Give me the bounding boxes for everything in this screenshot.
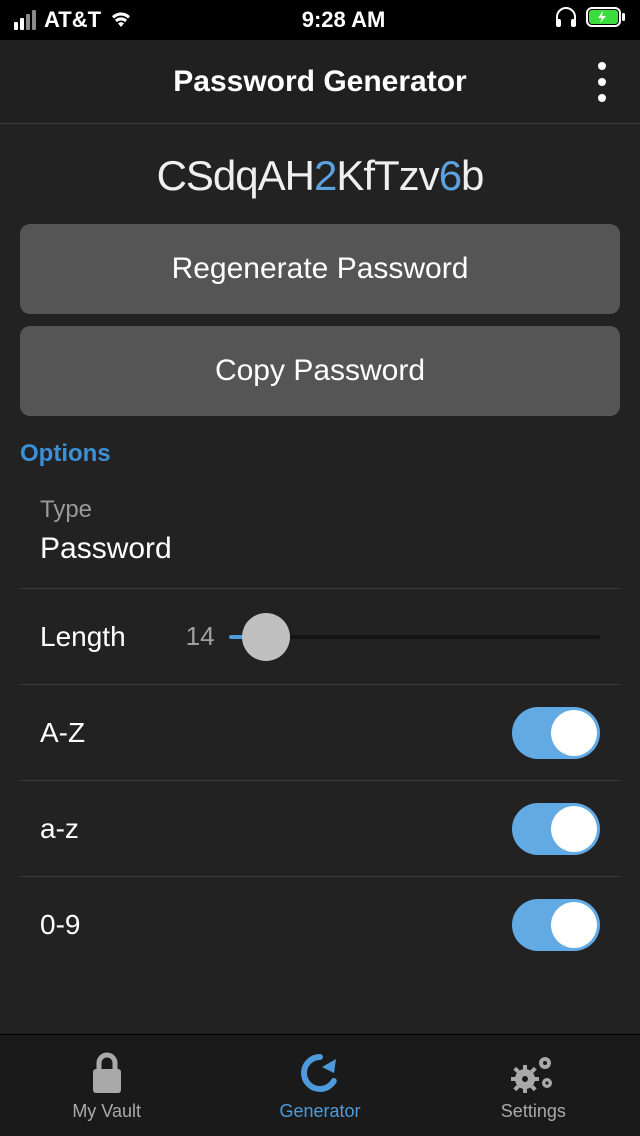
tab-label: My Vault (72, 1101, 141, 1122)
uppercase-toggle-row: A-Z (20, 685, 620, 781)
status-right (554, 6, 626, 34)
refresh-icon (298, 1049, 342, 1097)
tab-label: Settings (501, 1101, 566, 1122)
digits-label: 0-9 (40, 909, 80, 941)
copy-password-button[interactable]: Copy Password (20, 326, 620, 416)
battery-charging-icon (586, 7, 626, 33)
app-header: Password Generator (0, 40, 640, 124)
tab-label: Generator (279, 1101, 360, 1122)
toggle-knob (551, 806, 597, 852)
type-value: Password (40, 532, 172, 566)
generated-password-display: CSdqAH2KfTzv6b (0, 124, 640, 224)
slider-thumb[interactable] (242, 613, 290, 661)
toggle-knob (551, 710, 597, 756)
toggle-knob (551, 902, 597, 948)
kebab-dot-icon (598, 94, 606, 102)
signal-strength-icon (14, 10, 36, 30)
status-bar: AT&T 9:28 AM (0, 0, 640, 40)
length-value: 14 (186, 621, 215, 652)
gears-icon (509, 1049, 557, 1097)
tab-bar: My Vault Generator Settings (0, 1034, 640, 1136)
tab-generator[interactable]: Generator (213, 1035, 426, 1136)
type-selector[interactable]: Type Password (20, 476, 620, 589)
options-section-label: Options (0, 416, 640, 476)
lowercase-toggle[interactable] (512, 803, 600, 855)
uppercase-label: A-Z (40, 717, 85, 749)
digits-toggle-row: 0-9 (20, 877, 620, 973)
lowercase-label: a-z (40, 813, 79, 845)
kebab-dot-icon (598, 78, 606, 86)
length-slider[interactable] (229, 635, 600, 639)
main-content: CSdqAH2KfTzv6b Regenerate Password Copy … (0, 124, 640, 1034)
regenerate-password-button[interactable]: Regenerate Password (20, 224, 620, 314)
length-row: Length 14 (20, 589, 620, 685)
length-label: Length (40, 621, 126, 653)
wifi-icon (109, 7, 133, 33)
lock-icon (87, 1049, 127, 1097)
kebab-dot-icon (598, 62, 606, 70)
carrier-label: AT&T (44, 7, 101, 33)
type-label: Type (40, 496, 92, 524)
tab-my-vault[interactable]: My Vault (0, 1035, 213, 1136)
status-left: AT&T (14, 7, 133, 33)
more-menu-button[interactable] (582, 52, 622, 112)
lowercase-toggle-row: a-z (20, 781, 620, 877)
page-title: Password Generator (173, 65, 466, 99)
digits-toggle[interactable] (512, 899, 600, 951)
clock: 9:28 AM (302, 7, 386, 33)
uppercase-toggle[interactable] (512, 707, 600, 759)
tab-settings[interactable]: Settings (427, 1035, 640, 1136)
headphones-icon (554, 6, 578, 34)
